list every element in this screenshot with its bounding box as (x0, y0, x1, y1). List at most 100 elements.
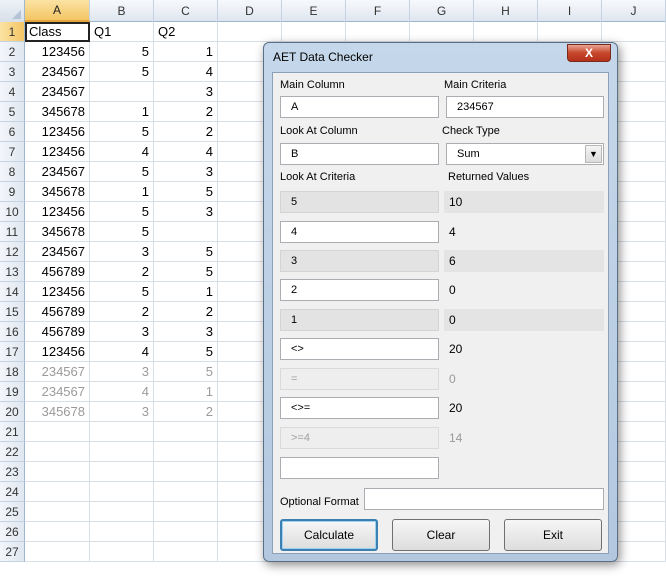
cell-b[interactable] (90, 462, 154, 482)
criteria-input[interactable]: 5 (280, 191, 439, 213)
cell-a[interactable] (25, 482, 90, 502)
cell-a[interactable]: 234567 (25, 62, 90, 82)
row-header[interactable]: 23 (0, 462, 25, 482)
row-header[interactable]: 10 (0, 202, 25, 222)
column-header-e[interactable]: E (282, 0, 346, 22)
cell-c[interactable]: 5 (154, 242, 218, 262)
cell-a[interactable]: 234567 (25, 82, 90, 102)
cell-c[interactable]: 3 (154, 202, 218, 222)
cell-b[interactable]: 4 (90, 342, 154, 362)
cell-a[interactable]: 123456 (25, 202, 90, 222)
cell-b[interactable]: 3 (90, 362, 154, 382)
column-header-j[interactable]: J (602, 0, 666, 22)
cell-b[interactable]: 1 (90, 182, 154, 202)
row-header[interactable]: 14 (0, 282, 25, 302)
cell-b[interactable]: 5 (90, 122, 154, 142)
cell-c[interactable] (154, 482, 218, 502)
cell-b[interactable]: 3 (90, 402, 154, 422)
cell-a[interactable]: 345678 (25, 182, 90, 202)
cell-c[interactable]: 5 (154, 342, 218, 362)
cell-c[interactable]: 1 (154, 382, 218, 402)
column-header-b[interactable]: B (90, 0, 154, 22)
cell-b[interactable]: 5 (90, 62, 154, 82)
column-header-d[interactable]: D (218, 0, 282, 22)
cell-c[interactable]: 1 (154, 282, 218, 302)
criteria-input[interactable]: 2 (280, 279, 439, 301)
cell-a[interactable] (25, 462, 90, 482)
cell-b[interactable]: 4 (90, 142, 154, 162)
cell-a[interactable]: 456789 (25, 302, 90, 322)
row-header[interactable]: 17 (0, 342, 25, 362)
select-all-corner[interactable] (0, 0, 25, 22)
column-header-g[interactable]: G (410, 0, 474, 22)
cell-i[interactable] (538, 22, 602, 42)
row-header[interactable]: 9 (0, 182, 25, 202)
calculate-button[interactable]: Calculate (280, 519, 378, 551)
cell-b[interactable]: 5 (90, 42, 154, 62)
cell-b[interactable]: 4 (90, 382, 154, 402)
cell-a[interactable]: 123456 (25, 122, 90, 142)
chevron-down-icon[interactable]: ▼ (585, 145, 602, 163)
cell-a[interactable]: 234567 (25, 242, 90, 262)
cell-a[interactable]: 456789 (25, 322, 90, 342)
column-header-i[interactable]: I (538, 0, 602, 22)
cell-c[interactable]: 2 (154, 402, 218, 422)
cell-c[interactable]: 3 (154, 162, 218, 182)
cell-c[interactable] (154, 462, 218, 482)
cell-b[interactable]: 2 (90, 302, 154, 322)
optional-format-input[interactable] (364, 488, 604, 510)
column-header-a[interactable]: A (25, 0, 90, 22)
cell-c[interactable]: 4 (154, 142, 218, 162)
row-header[interactable]: 2 (0, 42, 25, 62)
row-header[interactable]: 21 (0, 422, 25, 442)
cell-a[interactable]: 234567 (25, 162, 90, 182)
cell-c[interactable] (154, 222, 218, 242)
cell-g[interactable] (410, 22, 474, 42)
row-header[interactable]: 20 (0, 402, 25, 422)
cell-a[interactable]: 123456 (25, 282, 90, 302)
cell-c[interactable]: 2 (154, 302, 218, 322)
row-header[interactable]: 24 (0, 482, 25, 502)
cell-a[interactable]: 123456 (25, 342, 90, 362)
dialog-titlebar[interactable]: AET Data Checker X (264, 43, 617, 71)
cell-b[interactable]: Q1 (90, 22, 154, 42)
cell-h[interactable] (474, 22, 538, 42)
row-header[interactable]: 18 (0, 362, 25, 382)
cell-b[interactable]: 5 (90, 162, 154, 182)
column-header-f[interactable]: F (346, 0, 410, 22)
row-header[interactable]: 7 (0, 142, 25, 162)
check-type-select[interactable]: Sum ▼ (446, 143, 604, 165)
cell-b[interactable]: 3 (90, 242, 154, 262)
cell-a[interactable]: 345678 (25, 102, 90, 122)
cell-a[interactable]: Class (25, 22, 90, 42)
cell-c[interactable] (154, 442, 218, 462)
row-header[interactable]: 19 (0, 382, 25, 402)
criteria-input[interactable]: >=4 (280, 427, 439, 449)
row-header[interactable]: 25 (0, 502, 25, 522)
cell-c[interactable]: Q2 (154, 22, 218, 42)
row-header[interactable]: 12 (0, 242, 25, 262)
row-header[interactable]: 1 (0, 22, 25, 42)
row-header[interactable]: 6 (0, 122, 25, 142)
cell-a[interactable] (25, 502, 90, 522)
cell-a[interactable]: 345678 (25, 402, 90, 422)
cell-b[interactable]: 1 (90, 102, 154, 122)
main-column-input[interactable]: A (280, 96, 439, 118)
cell-b[interactable] (90, 422, 154, 442)
clear-button[interactable]: Clear (392, 519, 490, 551)
row-header[interactable]: 15 (0, 302, 25, 322)
cell-c[interactable]: 5 (154, 262, 218, 282)
cell-a[interactable] (25, 422, 90, 442)
cell-c[interactable] (154, 542, 218, 562)
cell-b[interactable]: 2 (90, 262, 154, 282)
row-header[interactable]: 4 (0, 82, 25, 102)
column-header-h[interactable]: H (474, 0, 538, 22)
cell-c[interactable] (154, 422, 218, 442)
close-button[interactable]: X (567, 44, 611, 62)
cell-c[interactable]: 3 (154, 82, 218, 102)
cell-b[interactable] (90, 482, 154, 502)
cell-b[interactable] (90, 442, 154, 462)
cell-a[interactable]: 123456 (25, 142, 90, 162)
main-criteria-input[interactable]: 234567 (446, 96, 604, 118)
row-header[interactable]: 22 (0, 442, 25, 462)
